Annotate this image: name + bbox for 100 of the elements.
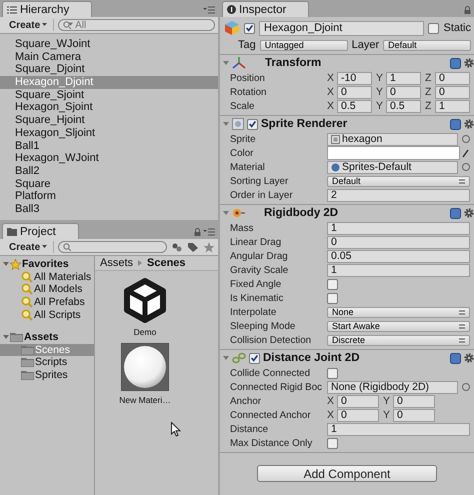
dropdown[interactable]: Default bbox=[327, 176, 470, 186]
settings-icon[interactable] bbox=[464, 119, 474, 129]
lock-icon[interactable] bbox=[464, 6, 471, 14]
panel-tab[interactable]: Hierarchy bbox=[2, 1, 92, 17]
menu-icon[interactable] bbox=[203, 228, 215, 236]
number-field[interactable]: 0 bbox=[435, 72, 470, 84]
tree-item[interactable]: All Scripts bbox=[0, 308, 94, 321]
expanded-arrow-icon[interactable] bbox=[2, 261, 8, 268]
checkbox[interactable] bbox=[327, 438, 338, 448]
hierarchy-item[interactable]: Hexagon_Sjoint bbox=[0, 101, 218, 114]
object-picker-icon[interactable] bbox=[462, 383, 470, 391]
settings-icon[interactable] bbox=[464, 208, 474, 218]
component-title[interactable]: Sprite Renderer bbox=[261, 118, 447, 130]
layer-dropdown[interactable]: Default bbox=[383, 40, 471, 50]
tag-icon[interactable] bbox=[187, 242, 199, 252]
number-field[interactable]: 0 bbox=[393, 394, 435, 408]
number-field[interactable]: 0 bbox=[435, 86, 470, 98]
object-field[interactable]: Sprites-Default bbox=[327, 160, 458, 174]
panel-tab[interactable]: Project bbox=[2, 223, 79, 239]
help-icon[interactable] bbox=[450, 352, 461, 364]
asset-name[interactable]: New Materi… bbox=[119, 395, 171, 405]
component-title[interactable]: Transform bbox=[249, 57, 447, 69]
number-field[interactable]: 2 bbox=[327, 188, 470, 202]
tree-item[interactable]: Sprites bbox=[0, 368, 94, 382]
number-field[interactable]: 0 bbox=[337, 86, 372, 98]
help-icon[interactable] bbox=[450, 208, 461, 218]
hierarchy-item[interactable]: Square bbox=[0, 178, 218, 190]
dropdown[interactable]: Start Awake bbox=[327, 320, 470, 332]
panel-tab[interactable]: Inspector bbox=[222, 1, 310, 17]
object-field[interactable]: hexagon bbox=[327, 132, 458, 146]
dropdown[interactable]: Discrete bbox=[327, 334, 470, 346]
filter-icon[interactable] bbox=[171, 242, 183, 252]
tree-item[interactable]: All Prefabs bbox=[0, 296, 94, 308]
hierarchy-item[interactable]: Hexagon_Sljoint bbox=[0, 126, 218, 140]
object-picker-icon[interactable] bbox=[462, 163, 470, 171]
hierarchy-item[interactable]: Square_WJoint bbox=[0, 38, 218, 51]
number-field[interactable]: 0 bbox=[327, 236, 470, 248]
hierarchy-item[interactable]: Platform bbox=[0, 190, 218, 203]
number-field[interactable]: 1 bbox=[327, 422, 470, 436]
checkbox[interactable] bbox=[244, 22, 255, 34]
lock-icon[interactable] bbox=[194, 228, 201, 236]
tag-dropdown[interactable]: Untagged bbox=[260, 40, 348, 50]
expanded-arrow-icon[interactable] bbox=[2, 334, 8, 340]
component-title[interactable]: Rigidbody 2D bbox=[248, 207, 447, 219]
number-field[interactable]: 0.5 bbox=[386, 100, 421, 112]
number-field[interactable]: -10 bbox=[337, 72, 372, 84]
checkbox[interactable] bbox=[249, 352, 260, 364]
checkbox[interactable] bbox=[428, 22, 440, 34]
hierarchy-item[interactable]: Hexagon_WJoint bbox=[0, 152, 218, 165]
number-field[interactable]: 0 bbox=[337, 394, 379, 408]
object-picker-icon[interactable] bbox=[462, 135, 470, 143]
object-field[interactable]: None (Rigidbody 2D) bbox=[327, 380, 458, 394]
asset-name[interactable]: Demo bbox=[134, 327, 156, 337]
number-field[interactable]: 1 bbox=[327, 222, 470, 234]
tree-item[interactable]: All Models bbox=[0, 283, 94, 296]
help-icon[interactable] bbox=[450, 58, 461, 68]
create-button[interactable]: Create bbox=[3, 19, 54, 31]
hierarchy-item[interactable]: Square_Sjoint bbox=[0, 88, 218, 102]
tree-item[interactable]: All Materials bbox=[0, 270, 94, 284]
star-icon[interactable] bbox=[203, 242, 215, 252]
hierarchy-item[interactable]: Ball3 bbox=[0, 202, 218, 216]
tree-item[interactable]: Favorites bbox=[0, 258, 94, 271]
axes-icon bbox=[232, 57, 246, 69]
hierarchy-item[interactable]: Square_Djoint bbox=[0, 63, 218, 76]
settings-icon[interactable] bbox=[464, 353, 474, 363]
number-field[interactable]: 0.5 bbox=[337, 100, 372, 112]
breadcrumb-item[interactable]: Scenes bbox=[147, 257, 186, 269]
add-component-button[interactable]: Add Component bbox=[257, 465, 437, 482]
name-field[interactable]: Hexagon_Djoint bbox=[259, 20, 424, 36]
checkbox[interactable] bbox=[327, 292, 338, 304]
number-field[interactable]: 0 bbox=[393, 408, 435, 422]
settings-icon[interactable] bbox=[464, 58, 474, 68]
number-field[interactable]: 0 bbox=[337, 408, 379, 422]
number-field[interactable]: 1 bbox=[435, 100, 470, 112]
number-field[interactable]: 0 bbox=[386, 86, 421, 98]
checkbox[interactable] bbox=[327, 368, 338, 378]
number-field[interactable]: 0.05 bbox=[327, 250, 470, 262]
expanded-arrow-icon[interactable] bbox=[223, 121, 229, 127]
eyedropper-icon[interactable] bbox=[462, 148, 470, 158]
menu-icon[interactable] bbox=[203, 6, 215, 14]
hierarchy-item[interactable]: Ball2 bbox=[0, 164, 218, 178]
search-field[interactable] bbox=[58, 241, 167, 253]
breadcrumb-item[interactable]: Assets bbox=[100, 257, 134, 269]
hierarchy-item[interactable]: Square_Hjoint bbox=[0, 114, 218, 127]
checkbox[interactable] bbox=[327, 278, 338, 290]
expanded-arrow-icon[interactable] bbox=[223, 60, 229, 66]
expanded-arrow-icon[interactable] bbox=[223, 210, 229, 216]
tree-item[interactable]: Scripts bbox=[0, 356, 94, 369]
tree-item[interactable]: Assets bbox=[0, 330, 94, 344]
expanded-arrow-icon[interactable] bbox=[223, 355, 229, 361]
hierarchy-item[interactable]: Ball1 bbox=[0, 140, 218, 152]
dropdown[interactable]: None bbox=[327, 306, 470, 318]
number-field[interactable]: 1 bbox=[327, 264, 470, 276]
component-title[interactable]: Distance Joint 2D bbox=[263, 352, 447, 364]
help-icon[interactable] bbox=[450, 118, 461, 130]
hierarchy-item[interactable]: Main Camera bbox=[0, 50, 218, 64]
color-field[interactable] bbox=[327, 146, 460, 160]
number-field[interactable]: 1 bbox=[386, 72, 421, 84]
checkbox[interactable] bbox=[247, 118, 258, 130]
create-button[interactable]: Create bbox=[3, 241, 54, 253]
